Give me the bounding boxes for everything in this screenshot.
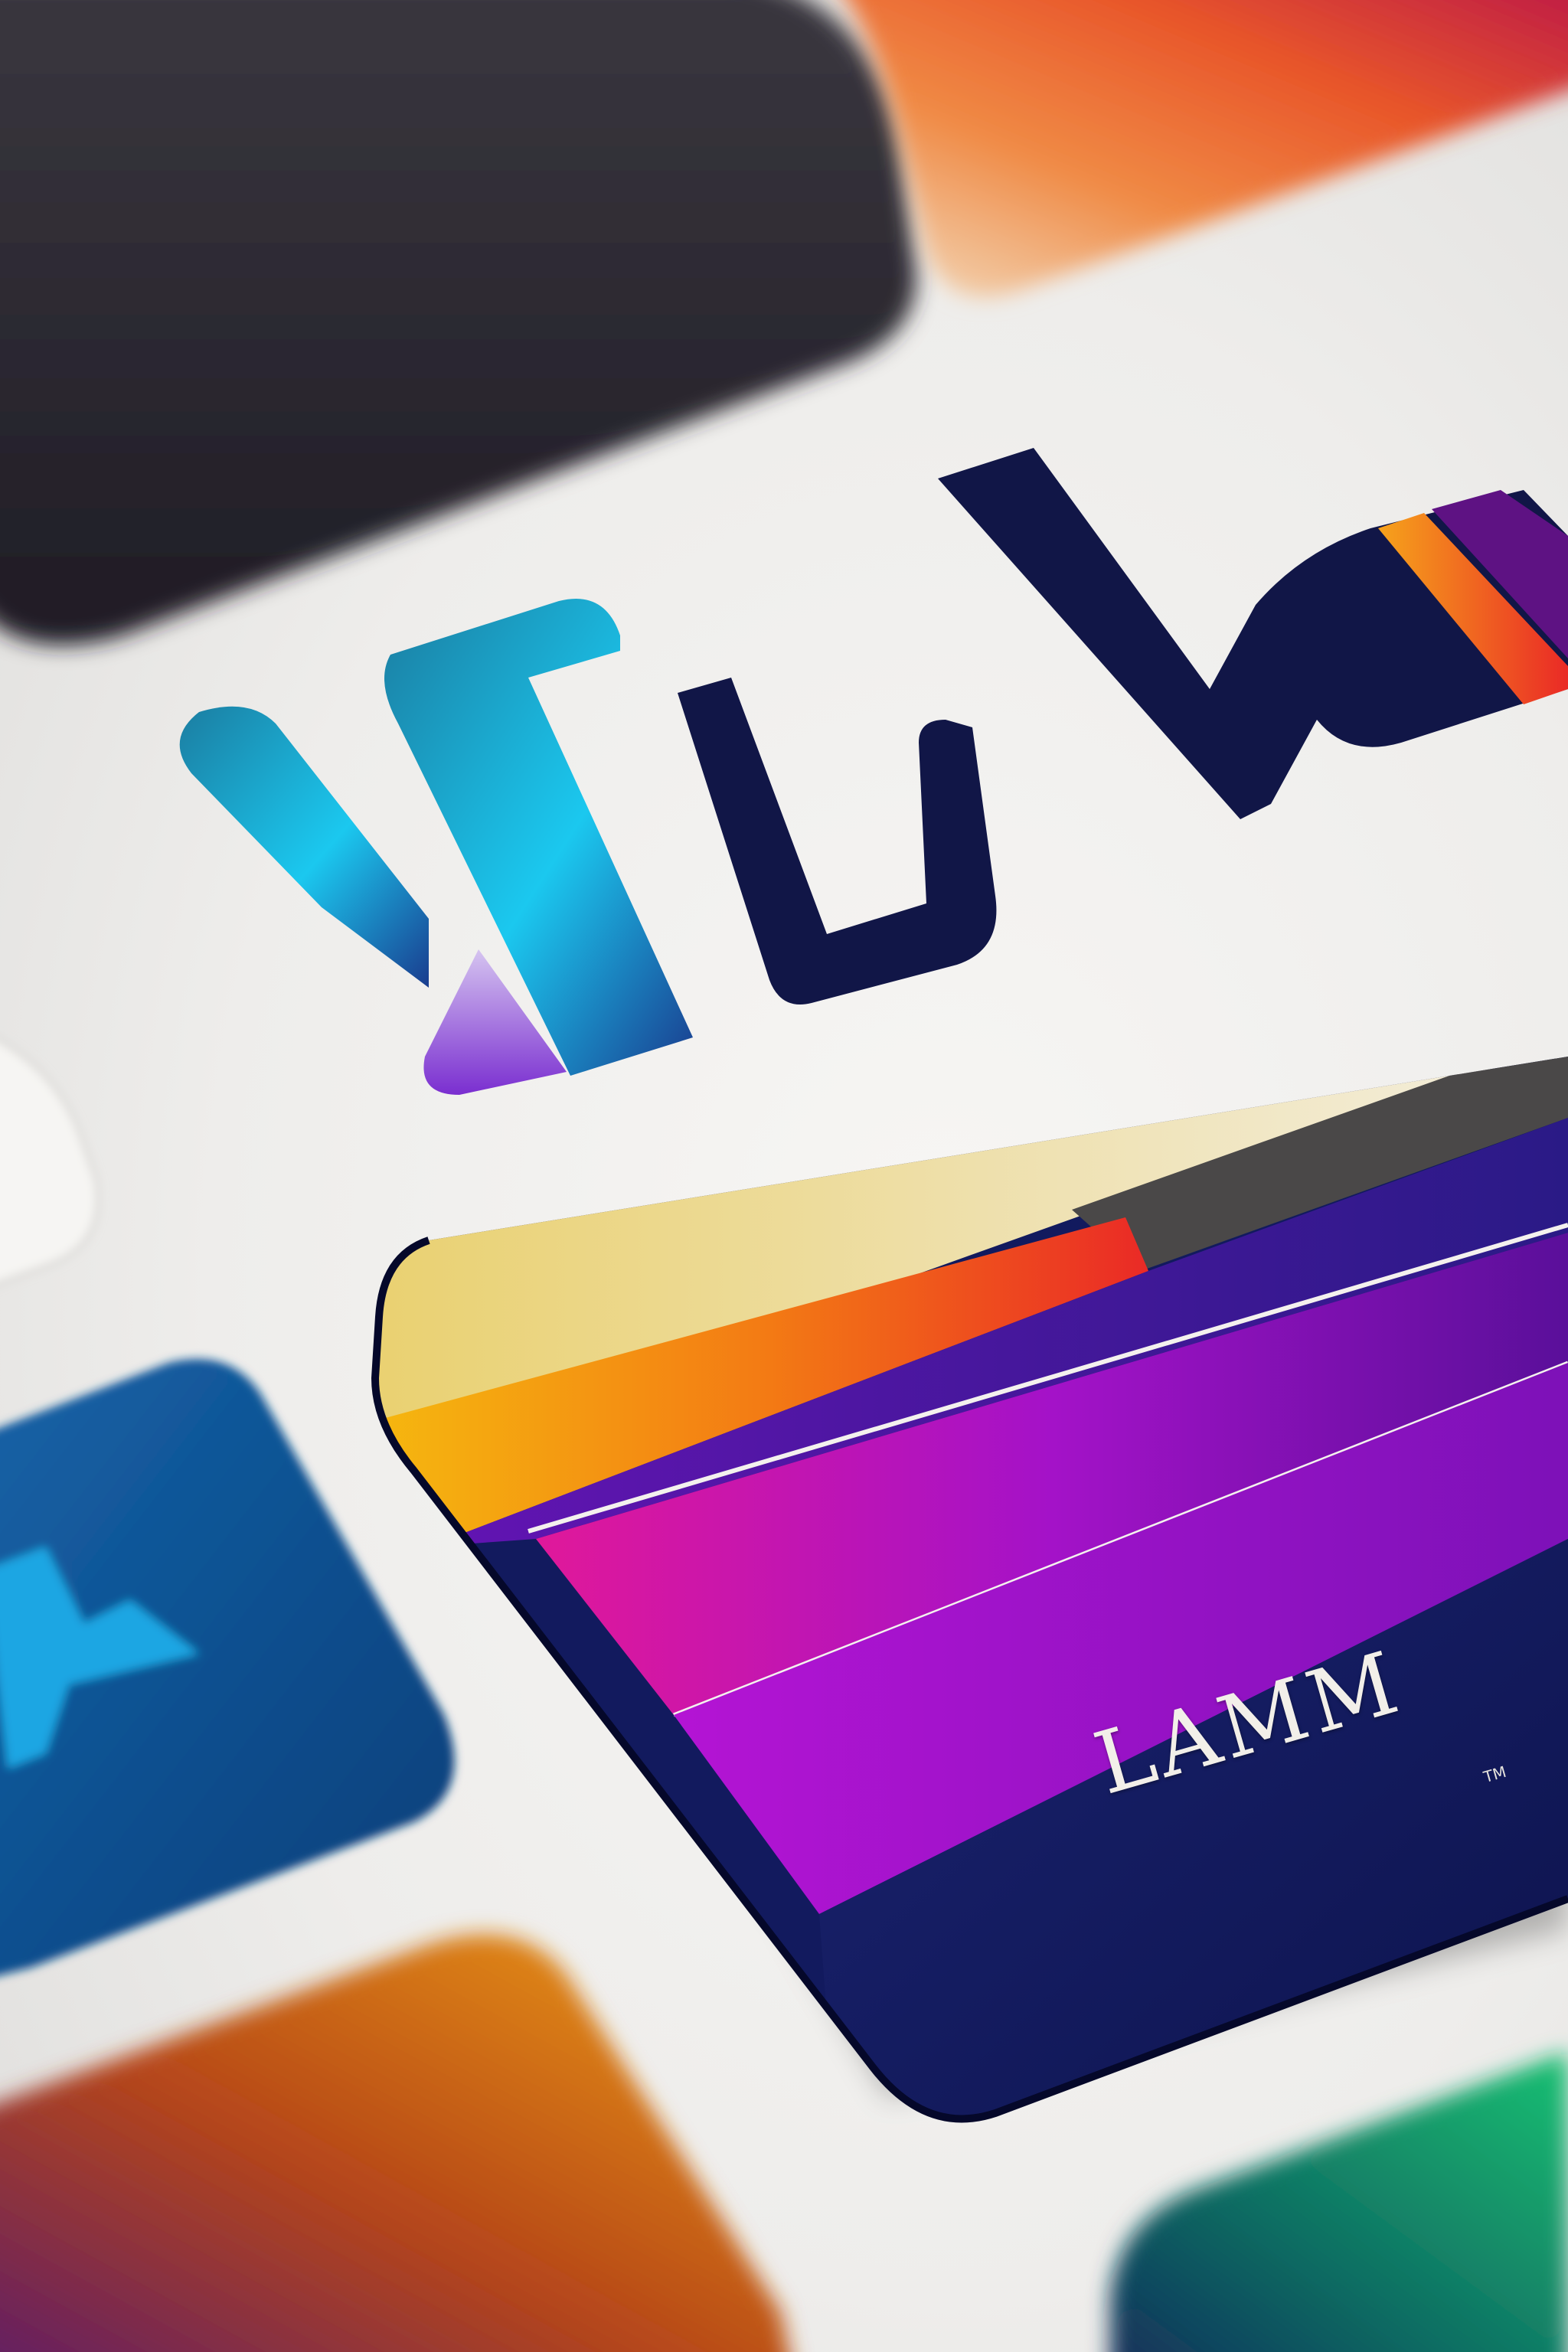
gradient-tile-top-right — [847, 0, 1568, 298]
light-tile-left — [0, 1039, 100, 1285]
green-tile — [1110, 2052, 1568, 2352]
app-tiles-scene: LAMM TM — [0, 0, 1568, 2352]
scene-illustration — [0, 0, 1568, 2352]
abstract-letter-mark-logo — [179, 448, 1568, 1095]
blue-tile — [0, 1359, 455, 1975]
orange-tile — [0, 1934, 789, 2352]
dark-tile — [0, 0, 916, 645]
